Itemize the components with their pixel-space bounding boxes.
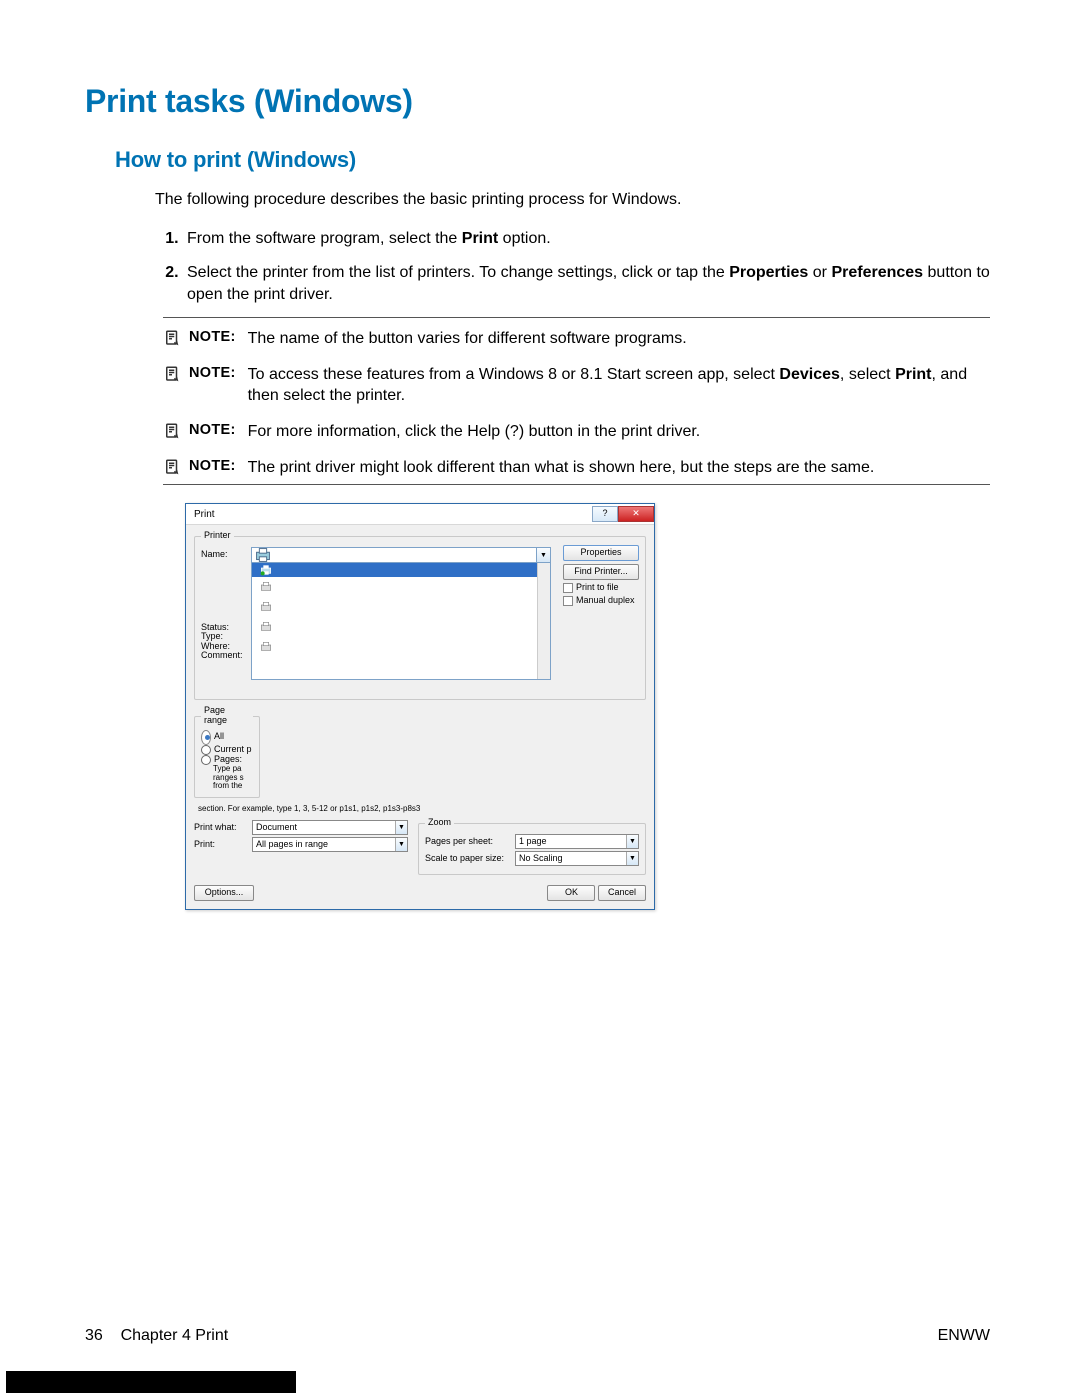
print-what-label: Print what: xyxy=(194,823,246,833)
printer-icon xyxy=(256,599,276,615)
note-icon xyxy=(163,422,181,440)
printer-icon xyxy=(256,619,276,635)
note-3: NOTE: For more information, click the He… xyxy=(163,413,990,449)
printer-option[interactable] xyxy=(252,617,550,637)
help-button[interactable]: ? xyxy=(592,506,618,522)
dialog-titlebar: Print ? ✕ xyxy=(186,504,654,525)
print-pages-select[interactable]: All pages in range▼ xyxy=(252,837,408,852)
chevron-down-icon: ▼ xyxy=(395,821,407,834)
intro-text: The following procedure describes the ba… xyxy=(155,189,990,211)
manual-duplex-checkbox[interactable]: Manual duplex xyxy=(563,596,639,606)
print-pages-label: Print: xyxy=(194,840,246,850)
printer-option[interactable] xyxy=(252,577,550,597)
printer-icon xyxy=(256,579,276,595)
comment-label: Comment: xyxy=(201,651,245,661)
page-range-legend: Page range xyxy=(201,706,253,726)
note-1: NOTE: The name of the button varies for … xyxy=(163,320,990,356)
printer-legend: Printer xyxy=(201,531,234,541)
note-text: The print driver might look different th… xyxy=(248,457,875,479)
close-button[interactable]: ✕ xyxy=(618,506,654,522)
notes-block: NOTE: The name of the button varies for … xyxy=(163,317,990,485)
printer-option[interactable] xyxy=(252,637,550,657)
printer-option[interactable] xyxy=(252,597,550,617)
note-icon xyxy=(163,329,181,347)
footer-right: ENWW xyxy=(938,1325,990,1347)
note-2: NOTE: To access these features from a Wi… xyxy=(163,356,990,413)
note-label: NOTE: xyxy=(189,421,236,441)
zoom-group: Zoom Pages per sheet: 1 page▼ Scale to p… xyxy=(418,818,646,875)
print-what-select[interactable]: Document▼ xyxy=(252,820,408,835)
page-range-all-radio[interactable]: All xyxy=(201,730,253,745)
chevron-down-icon: ▼ xyxy=(395,838,407,851)
heading-1: Print tasks (Windows) xyxy=(85,80,990,123)
note-text: To access these features from a Windows … xyxy=(248,364,990,407)
printer-option-selected[interactable] xyxy=(252,563,550,577)
zoom-legend: Zoom xyxy=(425,818,454,828)
ok-button[interactable]: OK xyxy=(547,885,595,901)
chevron-down-icon[interactable]: ▼ xyxy=(536,548,550,562)
note-4: NOTE: The print driver might look differ… xyxy=(163,449,990,485)
page-range-group: Page range All Current p Pages: Type pa … xyxy=(194,706,260,798)
print-dialog: Print ? ✕ Printer Name: xyxy=(185,503,655,910)
chevron-down-icon: ▼ xyxy=(626,835,638,848)
page-number: 36 xyxy=(85,1327,103,1344)
scale-select[interactable]: No Scaling▼ xyxy=(515,851,639,866)
chapter-label: Chapter 4 Print xyxy=(121,1327,229,1344)
print-to-file-checkbox[interactable]: Print to file xyxy=(563,583,639,593)
step-2: Select the printer from the list of prin… xyxy=(183,262,990,305)
printer-icon xyxy=(256,562,276,578)
properties-button[interactable]: Properties xyxy=(563,545,639,561)
printer-dropdown-list[interactable] xyxy=(251,562,551,680)
steps-list: From the software program, select the Pr… xyxy=(155,228,990,305)
find-printer-button[interactable]: Find Printer... xyxy=(563,564,639,580)
pages-per-sheet-label: Pages per sheet: xyxy=(425,837,509,847)
printer-icon xyxy=(256,639,276,655)
printer-name-dropdown[interactable]: ▼ xyxy=(251,547,551,563)
step-1: From the software program, select the Pr… xyxy=(183,228,990,250)
name-label: Name: xyxy=(201,550,245,560)
note-label: NOTE: xyxy=(189,364,236,384)
dialog-title: Print xyxy=(194,509,215,520)
note-label: NOTE: xyxy=(189,457,236,477)
note-label: NOTE: xyxy=(189,328,236,348)
redaction-bar xyxy=(6,1371,296,1393)
note-icon xyxy=(163,458,181,476)
scale-label: Scale to paper size: xyxy=(425,854,509,864)
printer-group: Printer Name: ▼ xyxy=(194,531,646,700)
heading-2: How to print (Windows) xyxy=(115,145,990,175)
page-footer: 36 Chapter 4 Print ENWW xyxy=(85,1325,990,1347)
note-icon xyxy=(163,365,181,383)
cancel-button[interactable]: Cancel xyxy=(598,885,646,901)
options-button[interactable]: Options... xyxy=(194,885,254,901)
note-text: For more information, click the Help (?)… xyxy=(248,421,701,443)
note-text: The name of the button varies for differ… xyxy=(248,328,687,350)
dropdown-scrollbar[interactable] xyxy=(537,563,550,679)
chevron-down-icon: ▼ xyxy=(626,852,638,865)
pages-hint: Type pa ranges s from the xyxy=(201,765,253,791)
section-hint: section. For example, type 1, 3, 5-12 or… xyxy=(198,805,646,814)
pages-per-sheet-select[interactable]: 1 page▼ xyxy=(515,834,639,849)
